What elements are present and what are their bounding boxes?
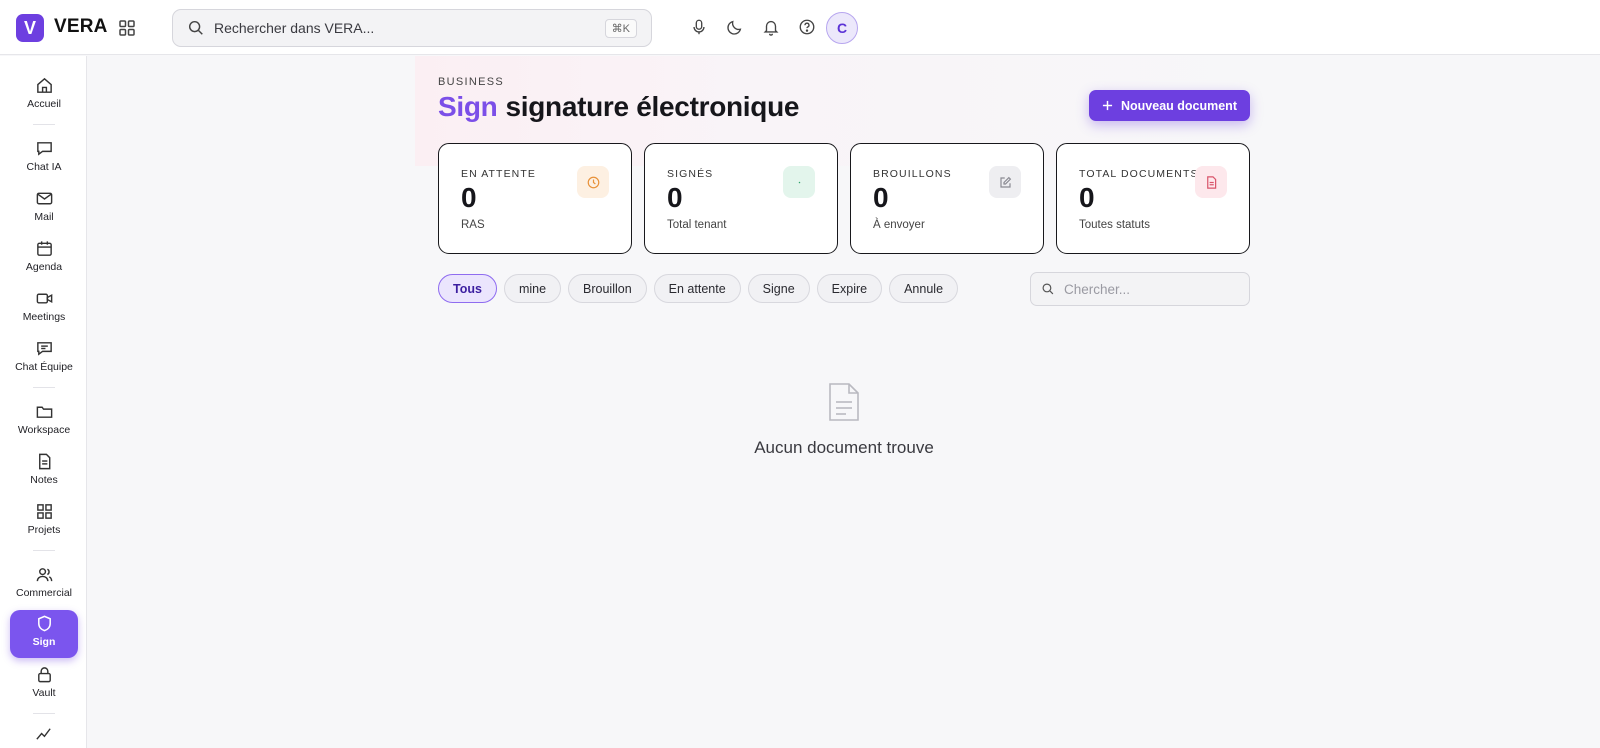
stat-card-total: TOTAL DOCUMENTS 0 Toutes statuts xyxy=(1056,143,1250,254)
page-title-text: signature électronique xyxy=(505,91,800,122)
sidebar-item-label: Chat IA xyxy=(26,161,62,173)
filter-chip-mine[interactable]: mine xyxy=(503,274,562,303)
empty-state-message: Aucun document trouve xyxy=(754,438,934,457)
user-avatar[interactable]: C xyxy=(826,12,858,44)
sidebar-item-projets[interactable]: Projets xyxy=(10,498,78,544)
sidebar-item-label: Chat Équipe xyxy=(15,361,73,373)
sidebar-item-label: Projets xyxy=(27,524,61,536)
sidebar-item-notes[interactable]: Notes xyxy=(10,448,78,494)
stat-subtitle: Total tenant xyxy=(667,219,727,231)
section-kicker: BUSINESS xyxy=(438,76,505,88)
filter-chip-tous[interactable]: Tous xyxy=(438,274,497,303)
new-document-label: Nouveau document xyxy=(1121,98,1237,113)
stat-subtitle: Toutes statuts xyxy=(1079,219,1150,231)
sidebar-item-label: Accueil xyxy=(27,98,61,110)
stat-label: EN ATTENTE xyxy=(461,168,536,180)
chat-icon xyxy=(36,142,52,156)
sidebar-item-sign[interactable]: Sign xyxy=(10,610,78,658)
help-icon[interactable] xyxy=(796,16,818,38)
stat-card-pending: EN ATTENTE 0 RAS xyxy=(438,143,632,254)
mail-icon xyxy=(36,192,52,205)
sidebar-item-commercial[interactable]: Commercial xyxy=(10,561,78,607)
global-search-input[interactable] xyxy=(214,20,594,36)
stat-subtitle: RAS xyxy=(461,219,485,231)
search-icon xyxy=(188,20,203,35)
video-icon xyxy=(36,293,52,304)
filter-chip-en-attente[interactable]: En attente xyxy=(653,274,741,303)
sidebar-item-chat-ia[interactable]: Chat IA xyxy=(10,135,78,181)
stat-value: 0 xyxy=(461,182,477,213)
stat-label: BROUILLONS xyxy=(873,168,952,180)
plus-icon xyxy=(1102,100,1113,111)
lock-icon xyxy=(37,667,51,683)
home-icon xyxy=(36,77,52,93)
clock-icon xyxy=(577,166,609,198)
sidebar-item-label: Vault xyxy=(32,687,56,699)
edit-icon xyxy=(989,166,1021,198)
folder-icon xyxy=(36,406,52,418)
sidebar-item-workspace[interactable]: Workspace xyxy=(10,398,78,444)
sidebar-item-label: Sign xyxy=(32,636,56,648)
page-title: Sign signature électronique xyxy=(438,91,799,123)
stat-label: SIGNÉS xyxy=(667,168,714,180)
note-icon xyxy=(38,453,50,470)
microphone-icon[interactable] xyxy=(688,16,710,38)
sidebar-item-label: Workspace xyxy=(17,424,71,436)
sidebar-item-label: Agenda xyxy=(25,261,63,273)
grid-icon xyxy=(36,504,52,519)
filter-chip-signe[interactable]: Signe xyxy=(747,274,810,303)
filter-chip-annule[interactable]: Annule xyxy=(889,274,959,303)
sidebar-divider xyxy=(33,550,55,551)
shortcut-badge: ⌘K xyxy=(604,19,637,38)
page-title-accent: Sign xyxy=(438,91,498,122)
sidebar-item-label: Mail xyxy=(34,211,54,223)
document-icon xyxy=(1195,166,1227,198)
calendar-icon xyxy=(36,241,52,256)
stat-label: TOTAL DOCUMENTS xyxy=(1079,168,1199,180)
logo-icon[interactable]: V xyxy=(16,14,44,42)
stat-card-drafts: BROUILLONS 0 À envoyer xyxy=(850,143,1044,254)
check-icon xyxy=(783,166,815,198)
sidebar-item-agenda[interactable]: Agenda xyxy=(10,235,78,281)
chart-icon[interactable] xyxy=(34,724,54,744)
global-search[interactable]: ⌘K xyxy=(172,9,652,47)
sidebar-item-label: Commercial xyxy=(15,587,72,599)
empty-document-icon xyxy=(826,382,862,422)
shield-icon xyxy=(37,615,51,632)
moon-icon[interactable] xyxy=(724,16,746,38)
stat-value: 0 xyxy=(667,182,683,213)
sidebar-divider xyxy=(33,387,55,388)
filter-chip-expire[interactable]: Expire xyxy=(816,274,883,303)
sidebar-item-mail[interactable]: Mail xyxy=(10,185,78,231)
sidebar-item-label: Meetings xyxy=(22,311,66,323)
document-search[interactable] xyxy=(1030,272,1250,306)
users-icon xyxy=(36,568,52,582)
search-icon xyxy=(1042,283,1054,295)
stat-value: 0 xyxy=(873,182,889,213)
document-search-input[interactable] xyxy=(1064,281,1234,297)
app-name[interactable]: VERA xyxy=(54,16,108,38)
sidebar-item-chat-equipe[interactable]: Chat Équipe xyxy=(10,335,78,381)
sidebar: Accueil Chat IA Mail Agenda Meetings Cha… xyxy=(0,56,87,748)
sidebar-item-meetings[interactable]: Meetings xyxy=(10,285,78,331)
sidebar-divider xyxy=(33,713,55,714)
stat-value: 0 xyxy=(1079,182,1095,213)
sidebar-item-vault[interactable]: Vault xyxy=(10,661,78,707)
bell-icon[interactable] xyxy=(760,16,782,38)
stat-card-signed: SIGNÉS 0 Total tenant xyxy=(644,143,838,254)
team-chat-icon xyxy=(36,342,52,356)
apps-grid-icon[interactable] xyxy=(117,18,137,38)
new-document-button[interactable]: Nouveau document xyxy=(1089,90,1250,121)
sidebar-item-label: Notes xyxy=(30,474,58,486)
status-filters: Tous mine Brouillon En attente Signe Exp… xyxy=(438,274,959,303)
sidebar-item-accueil[interactable]: Accueil xyxy=(10,72,78,118)
sidebar-divider xyxy=(33,124,55,125)
top-bar: V VERA ⌘K C xyxy=(0,0,1600,55)
filter-chip-brouillon[interactable]: Brouillon xyxy=(568,274,647,303)
stat-subtitle: À envoyer xyxy=(873,219,925,231)
